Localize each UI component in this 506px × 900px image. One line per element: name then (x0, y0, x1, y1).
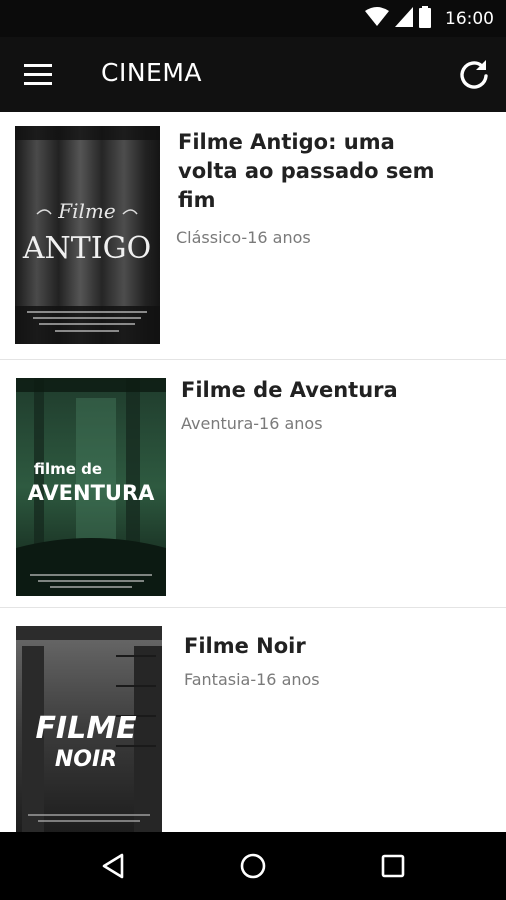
movie-list: Filme ANTIGO Filme Antigo: uma volta ao … (0, 112, 506, 832)
poster-text-main: NOIR (55, 747, 117, 772)
back-icon[interactable] (94, 846, 134, 886)
wifi-icon (365, 7, 389, 31)
status-clock: 16:00 (445, 9, 494, 29)
status-icons: 16:00 (365, 6, 494, 32)
movie-title-line: volta ao passado sem (178, 159, 435, 183)
navigation-bar (0, 832, 506, 900)
hamburger-menu-icon[interactable] (22, 61, 56, 89)
movie-poster: filme de AVENTURA (16, 378, 166, 596)
movie-poster: Filme ANTIGO (15, 126, 160, 344)
poster-text-top: FILME (35, 711, 137, 746)
poster-text-top: Filme (57, 199, 115, 223)
app-title: CINEMA (101, 58, 202, 87)
battery-icon (419, 6, 431, 32)
movie-poster: FILME NOIR (16, 626, 162, 832)
poster-text-top: filme de (34, 460, 102, 478)
poster-text-main: AVENTURA (28, 481, 156, 505)
movie-list-item[interactable]: FILME NOIR Filme Noir Fantasia-16 anos (0, 608, 506, 832)
refresh-icon[interactable] (456, 57, 492, 93)
movie-list-item[interactable]: Filme ANTIGO Filme Antigo: uma volta ao … (0, 112, 506, 359)
home-icon[interactable] (233, 846, 273, 886)
movie-subtitle: Fantasia-16 anos (184, 670, 320, 689)
movie-title: Filme Noir (184, 634, 306, 658)
movie-title-line: Filme Antigo: uma (178, 130, 395, 154)
recents-icon[interactable] (373, 846, 413, 886)
movie-list-item[interactable]: filme de AVENTURA Filme de Aventura Aven… (0, 360, 506, 607)
signal-icon (395, 7, 413, 31)
movie-title: Filme de Aventura (181, 378, 398, 402)
movie-subtitle: Aventura-16 anos (181, 414, 323, 433)
app-bar: CINEMA (0, 37, 506, 112)
movie-title-line: fim (178, 188, 216, 212)
movie-subtitle: Clássico-16 anos (176, 228, 311, 247)
status-bar: 16:00 (0, 0, 506, 37)
poster-text-main: ANTIGO (22, 231, 151, 266)
movie-title: Filme Antigo: uma volta ao passado sem f… (178, 128, 435, 215)
